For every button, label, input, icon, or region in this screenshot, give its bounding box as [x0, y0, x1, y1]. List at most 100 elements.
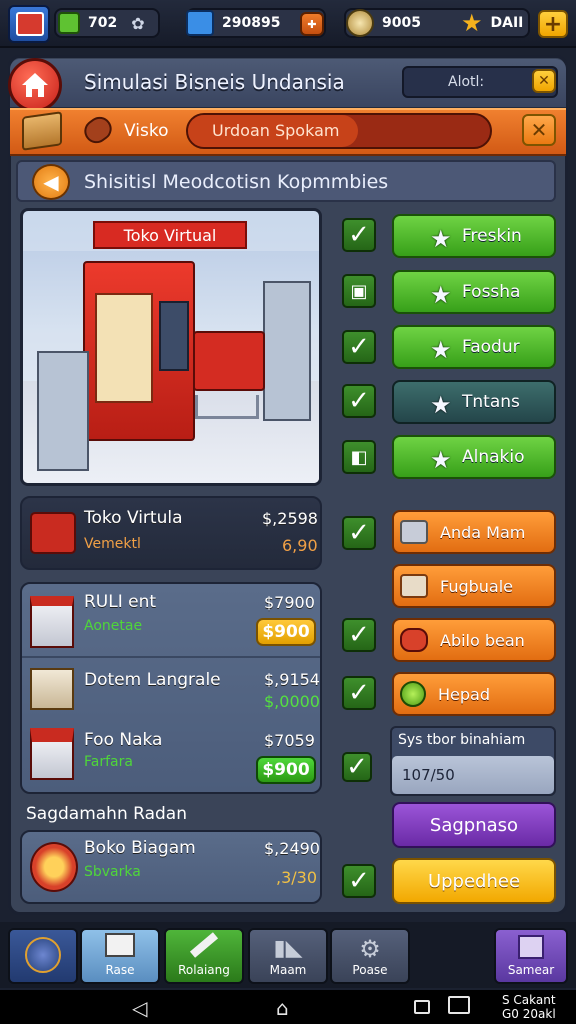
gear-icon: ⚙: [359, 935, 381, 963]
yellow-button[interactable]: Uppedhee: [392, 858, 556, 904]
item-5-price: $,2490: [264, 839, 320, 858]
add-resource-button[interactable]: +: [538, 10, 568, 38]
crate-icon: [186, 10, 214, 36]
nav-rolaiang-button[interactable]: Rolaiang: [164, 928, 244, 984]
trophy-icon: [346, 9, 374, 37]
alert-label: Alotl:: [448, 74, 485, 90]
item-3-value: $,0000: [264, 692, 320, 711]
item-1-name: Toko Virtula: [84, 508, 183, 528]
item-4-name: Foo Naka: [84, 730, 163, 750]
gem-icon: [58, 12, 80, 34]
status-line-2: G0 20akl: [502, 1007, 556, 1021]
action-button-2[interactable]: ★ Fossha: [392, 270, 556, 314]
chart-icon: ▮◣: [273, 936, 303, 961]
store-illustration: Toko Virtual: [20, 208, 322, 486]
item-5-name: Boko Biagam: [84, 838, 196, 858]
recents-icon[interactable]: [414, 1000, 430, 1014]
stats-value: 107/50: [402, 766, 455, 784]
checkbox-6[interactable]: ✓: [342, 516, 376, 550]
checkbox-8[interactable]: ✓: [342, 676, 376, 710]
status-line-1: S Cakant: [502, 993, 556, 1007]
vending-machine: [83, 261, 195, 441]
section-subtitle: Shisitisl Meodcotisn Kopmmbies: [84, 171, 389, 193]
action-button-5[interactable]: ★ Alnakio: [392, 435, 556, 479]
crate-icon: [105, 933, 135, 957]
store-sign: Toko Virtual: [93, 221, 247, 249]
book-icon: [16, 12, 44, 36]
home-button[interactable]: [8, 58, 62, 112]
nav-maam-button[interactable]: ▮◣ Maam: [248, 928, 328, 984]
stats-label: Sys tbor binahiam: [398, 732, 526, 748]
arrow-icon: ◀: [32, 164, 70, 200]
purple-button[interactable]: Sagpnaso: [392, 802, 556, 848]
category-tab[interactable]: Visko: [124, 121, 168, 141]
cart-wheels: [195, 395, 259, 419]
action-button-3[interactable]: ★ Faodur: [392, 325, 556, 369]
item-4-sub: Farfara: [84, 754, 133, 770]
nav-samear-button[interactable]: Samear: [494, 928, 568, 984]
orange-button-2[interactable]: Fugbuale: [392, 564, 556, 608]
item-1-price: $,2598: [262, 509, 318, 528]
item-4-value: $900: [256, 756, 316, 784]
compass-icon: [25, 937, 61, 973]
box-icon: [400, 520, 428, 544]
checkbox-4[interactable]: ✓: [342, 384, 376, 418]
pot-icon: [400, 628, 428, 652]
resource-trophies: 9005 ★ DAII: [344, 8, 530, 38]
category-field-value: Urdoan Spokam: [212, 121, 340, 140]
back-icon[interactable]: ◁: [132, 996, 147, 1020]
checkbox-10[interactable]: ✓: [342, 864, 376, 898]
star-icon: ★: [430, 391, 452, 419]
checkbox-1[interactable]: ✓: [342, 218, 376, 252]
checkbox-5[interactable]: ◧: [342, 440, 376, 474]
orange-button-1[interactable]: Anda Mam: [392, 510, 556, 554]
item-divider-1: [22, 656, 320, 658]
checkbox-2[interactable]: ▣: [342, 274, 376, 308]
left-shelf: [37, 351, 89, 471]
category-close-button[interactable]: ✕: [522, 114, 556, 146]
store-icon: [30, 728, 74, 780]
nav-poase-button[interactable]: ⚙ Poase: [330, 928, 410, 984]
page-title: Simulasi Bisneis Undansia: [84, 70, 345, 94]
item-1-value: 6,90: [282, 536, 318, 555]
item-2-sub: Aonetae: [84, 618, 143, 634]
star-icon: ★: [460, 9, 483, 37]
resource-gems-value: 702: [88, 15, 118, 31]
nav-map-button[interactable]: [8, 928, 78, 984]
checkbox-7[interactable]: ✓: [342, 618, 376, 652]
star-icon: ★: [430, 446, 452, 474]
header-close-button[interactable]: ✕: [532, 69, 556, 93]
checkbox-9[interactable]: ✓: [342, 752, 372, 782]
package-icon: [30, 668, 74, 710]
action-button-1[interactable]: ★ Freskin: [392, 214, 556, 258]
item-1-sub: Vemektl: [84, 536, 141, 552]
cog-icon: ✿: [131, 13, 145, 33]
profile-avatar[interactable]: [8, 5, 50, 43]
star-icon: ★: [430, 225, 452, 253]
home-nav-icon[interactable]: ⌂: [276, 996, 289, 1020]
item-3-name: Dotem Langrale: [84, 670, 221, 690]
section-2-title: Sagdamahn Radan: [26, 804, 187, 824]
home-icon: [22, 73, 48, 97]
box-icon: [30, 596, 74, 648]
orange-button-4[interactable]: Hepad: [392, 672, 556, 716]
star-icon: ★: [430, 281, 452, 309]
item-2-price: $7900: [264, 593, 315, 612]
item-5-sub: Sbvarka: [84, 864, 141, 880]
item-3-price: $,9154: [264, 670, 320, 689]
checkbox-3[interactable]: ✓: [342, 330, 376, 364]
resource-coins-value: 290895: [222, 15, 281, 31]
package-icon: [400, 574, 428, 598]
item-5-value: ,3/30: [276, 868, 318, 887]
coins-add-button[interactable]: ✚: [300, 12, 324, 36]
split-icon[interactable]: [448, 996, 470, 1014]
item-2-name: RULI ent: [84, 592, 157, 612]
action-button-4[interactable]: ★ Tntans: [392, 380, 556, 424]
scroll-icon: [518, 935, 544, 959]
pencil-icon: [189, 932, 219, 958]
resource-trophies-value: 9005: [382, 15, 421, 31]
pot-icon: [30, 842, 78, 892]
orange-button-3[interactable]: Abilo bean: [392, 618, 556, 662]
nav-rase-button[interactable]: Rase: [80, 928, 160, 984]
basket-icon: [30, 512, 76, 554]
